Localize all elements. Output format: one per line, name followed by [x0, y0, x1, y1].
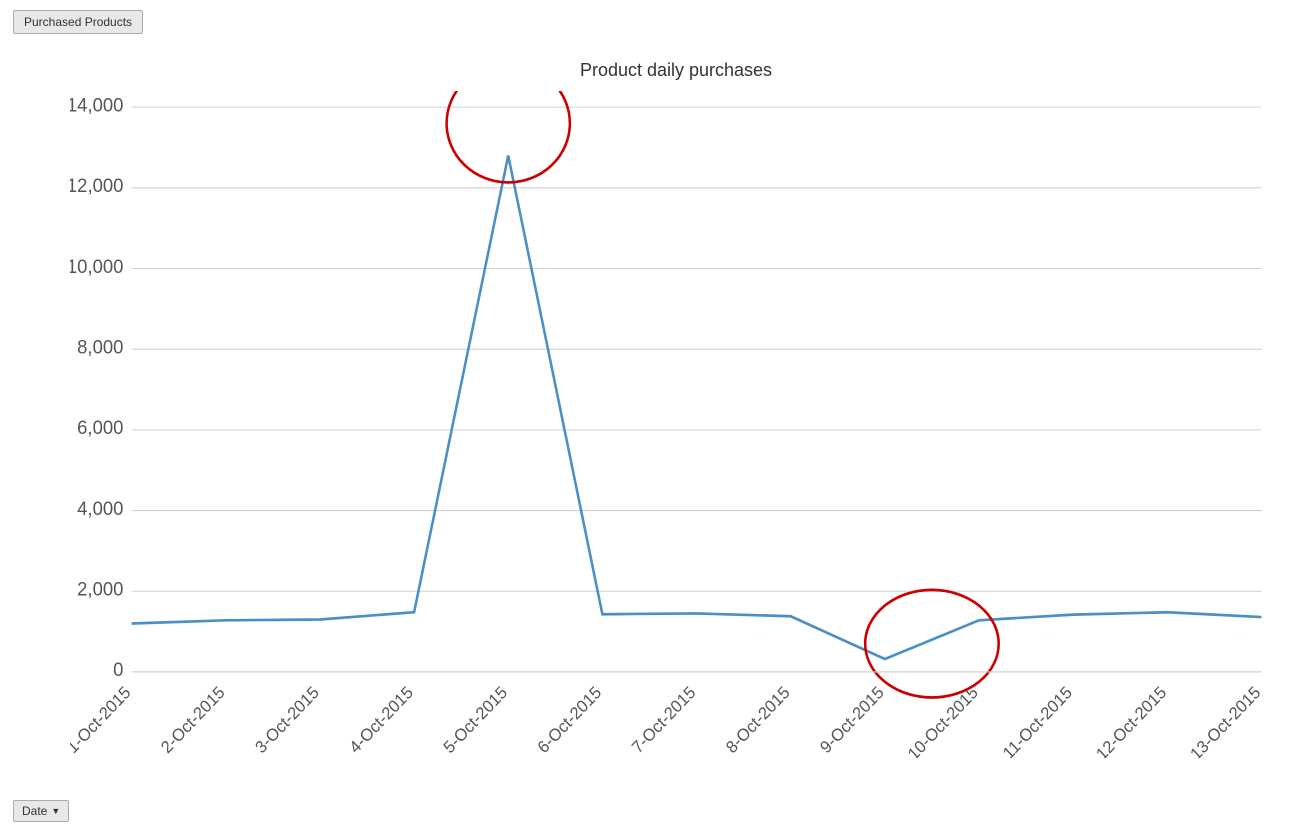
svg-text:4-Oct-2015: 4-Oct-2015	[346, 683, 417, 758]
chart-container: Product daily purchases 0 2,000 4,000 6,000…	[0, 50, 1312, 777]
svg-text:2-Oct-2015: 2-Oct-2015	[157, 683, 228, 758]
date-filter-button[interactable]: Date ▼	[13, 800, 69, 822]
svg-text:2,000: 2,000	[77, 579, 123, 600]
svg-text:11-Oct-2015: 11-Oct-2015	[999, 683, 1076, 758]
line-chart: 0 2,000 4,000 6,000 8,000 10,000 12,000 14,000 1…	[70, 91, 1282, 758]
svg-text:13-Oct-2015: 13-Oct-2015	[1187, 683, 1265, 758]
svg-text:5-Oct-2015: 5-Oct-2015	[440, 683, 511, 758]
svg-text:9-Oct-2015: 9-Oct-2015	[816, 683, 887, 758]
svg-text:14,000: 14,000	[70, 95, 123, 116]
svg-text:6,000: 6,000	[77, 418, 123, 439]
svg-text:1-Oct-2015: 1-Oct-2015	[70, 683, 134, 758]
svg-text:3-Oct-2015: 3-Oct-2015	[251, 683, 322, 758]
date-label: Date	[22, 804, 47, 818]
svg-text:4,000: 4,000	[77, 499, 123, 520]
svg-text:8-Oct-2015: 8-Oct-2015	[722, 683, 793, 758]
dropdown-arrow-icon: ▼	[51, 806, 60, 816]
svg-text:12-Oct-2015: 12-Oct-2015	[1092, 683, 1170, 758]
chart-area: 0 2,000 4,000 6,000 8,000 10,000 12,000 14,000 1…	[70, 91, 1282, 758]
svg-text:12,000: 12,000	[70, 176, 123, 197]
svg-text:8,000: 8,000	[77, 337, 123, 358]
purchased-products-button[interactable]: Purchased Products	[13, 10, 143, 34]
svg-text:10,000: 10,000	[70, 256, 123, 277]
chart-title: Product daily purchases	[70, 60, 1282, 81]
svg-text:7-Oct-2015: 7-Oct-2015	[628, 683, 699, 758]
svg-text:0: 0	[113, 660, 123, 681]
svg-text:6-Oct-2015: 6-Oct-2015	[534, 683, 605, 758]
svg-text:10-Oct-2015: 10-Oct-2015	[904, 683, 982, 758]
